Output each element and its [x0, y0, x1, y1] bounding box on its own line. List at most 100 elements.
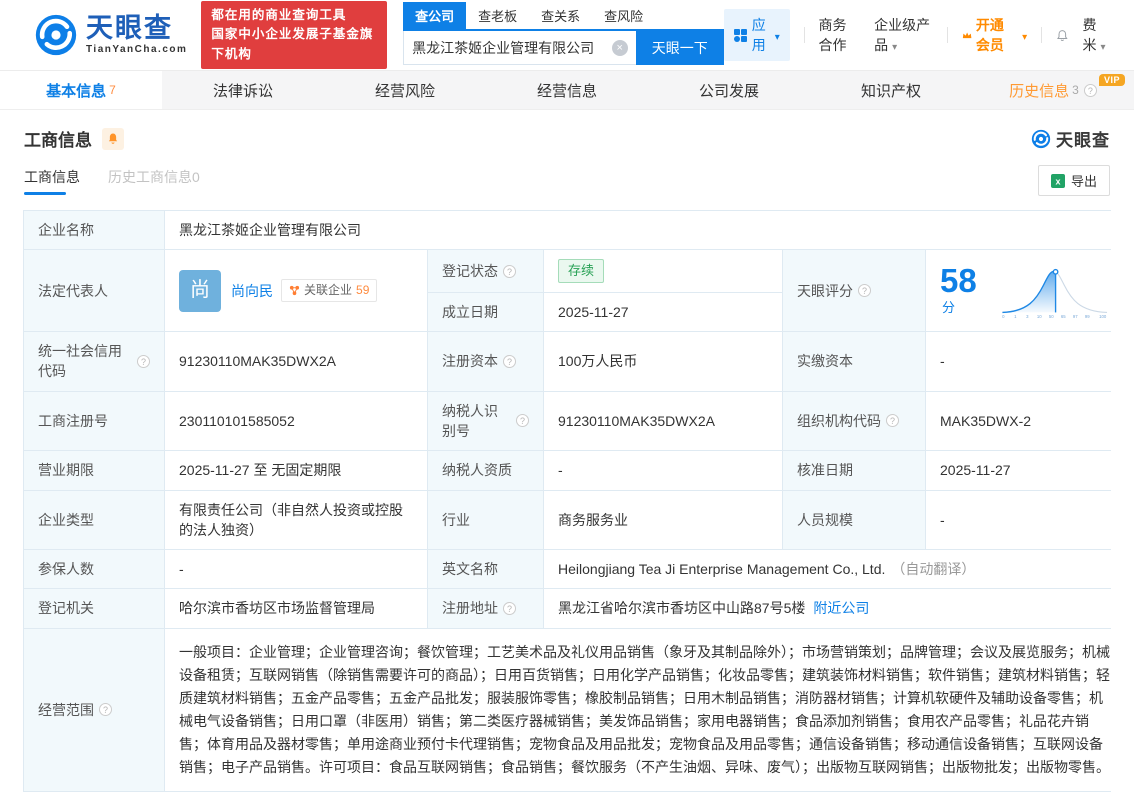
- nearby-companies-link[interactable]: 附近公司: [813, 598, 869, 618]
- tab-label: 经营信息: [536, 82, 597, 100]
- search-input[interactable]: [412, 39, 612, 56]
- search-tab-company[interactable]: 查公司: [403, 2, 467, 29]
- tab-label: 基本信息: [46, 82, 107, 100]
- tianyancha-watermark: 天眼查: [1031, 126, 1110, 151]
- field-label-registered-capital: 注册资本: [428, 332, 543, 391]
- business-scope-text: 一般项目：企业管理；企业管理咨询；餐饮管理；工艺美术品及礼仪用品销售（象牙及其制…: [179, 643, 1110, 775]
- help-icon[interactable]: [516, 414, 529, 428]
- help-icon[interactable]: [137, 354, 150, 368]
- search-button[interactable]: 天眼一下: [635, 31, 724, 65]
- tab-legal[interactable]: 法律诉讼: [162, 71, 324, 109]
- field-value-credit-code: 91230110MAK35DWX2A: [165, 332, 427, 391]
- crown-icon: [962, 32, 972, 39]
- search-tab-risk[interactable]: 查风险: [592, 2, 655, 29]
- tab-operating-risk[interactable]: 经营风险: [324, 71, 486, 109]
- tab-operating-info[interactable]: 经营信息: [486, 71, 648, 109]
- field-value-org-code: MAK35DWX-2: [926, 391, 1125, 451]
- search-tabs: 查公司 查老板 查关系 查风险: [403, 2, 724, 31]
- apps-menu[interactable]: 应用: [723, 9, 790, 61]
- axis-tick: 0: [1002, 314, 1005, 319]
- excel-icon: x: [1050, 173, 1065, 188]
- notification-bell-icon[interactable]: [1056, 27, 1069, 44]
- monitor-bell-button[interactable]: [102, 127, 124, 150]
- related-companies-icon: [289, 286, 300, 296]
- field-label-credit-code: 统一社会信用代码: [24, 332, 164, 391]
- score-distribution-chart: 0 1 3 10 50 65 97 99 100: [1002, 268, 1108, 319]
- help-icon[interactable]: [503, 602, 516, 616]
- field-label-industry: 行业: [428, 490, 543, 550]
- label-text: 组织机构代码: [797, 412, 881, 429]
- label-text: 天眼评分: [797, 282, 853, 299]
- user-menu[interactable]: 费米: [1083, 15, 1111, 55]
- related-companies-badge[interactable]: 关联企业 59: [281, 279, 378, 303]
- label-text: 注册地址: [442, 600, 498, 617]
- axis-tick: 100: [1099, 314, 1107, 319]
- legal-rep-name-link[interactable]: 尚向民: [231, 281, 273, 301]
- tianyancha-logo[interactable]: 天眼查 TianYanCha.com: [34, 13, 187, 57]
- label-text: 登记状态: [442, 262, 498, 279]
- field-value-registered-address: 黑龙江省哈尔滨市香坊区中山路87号5楼 附近公司: [544, 589, 1125, 628]
- field-label-business-scope: 经营范围: [24, 628, 164, 791]
- axis-tick: 1: [1014, 314, 1017, 319]
- field-label-registration-number: 工商注册号: [24, 391, 164, 451]
- field-value-taxpayer-id: 91230110MAK35DWX2A: [544, 391, 782, 451]
- field-value-industry: 商务服务业: [544, 490, 782, 550]
- axis-tick: 10: [1037, 314, 1042, 319]
- field-value-reg-status: 存续: [544, 250, 782, 292]
- banner-line1: 都在用的商业查询工具: [211, 7, 347, 22]
- section-title: 工商信息: [24, 131, 92, 150]
- field-value-business-term: 2025-11-27 至 无固定期限: [165, 451, 427, 490]
- logo-title: 天眼查: [86, 13, 173, 43]
- axis-tick: 3: [1026, 314, 1029, 319]
- divider: [1041, 27, 1042, 43]
- axis-tick: 97: [1073, 314, 1078, 319]
- help-icon[interactable]: [503, 264, 516, 278]
- svg-text:x: x: [1055, 176, 1060, 186]
- search-tab-boss[interactable]: 查老板: [466, 2, 529, 29]
- apps-grid-icon: [733, 28, 747, 42]
- help-icon[interactable]: [1083, 83, 1097, 97]
- nav-cooperation[interactable]: 商务合作: [819, 15, 861, 55]
- score-value: 58: [940, 261, 977, 299]
- legal-rep-avatar[interactable]: 尚: [179, 269, 221, 312]
- vip-label: 开通会员: [975, 17, 1004, 53]
- tab-label: 法律诉讼: [212, 82, 273, 100]
- field-label-insured-staff: 参保人数: [24, 550, 164, 589]
- help-icon[interactable]: [99, 703, 112, 717]
- field-label-company-name: 企业名称: [24, 211, 164, 250]
- watermark-text: 天眼查: [1056, 131, 1110, 150]
- search-tab-relation[interactable]: 查关系: [529, 2, 592, 29]
- export-button[interactable]: x 导出: [1037, 165, 1110, 196]
- search-block: 查公司 查老板 查关系 查风险 天眼一下: [403, 2, 724, 65]
- tab-intellectual-property[interactable]: 知识产权: [810, 71, 972, 109]
- field-value-staff-size: -: [926, 490, 1125, 550]
- help-icon[interactable]: [858, 284, 871, 298]
- tab-company-development[interactable]: 公司发展: [648, 71, 810, 109]
- field-value-registered-capital: 100万人民币: [544, 332, 782, 391]
- field-value-company-type: 有限责任公司（非自然人投资或控股的法人独资）: [165, 490, 427, 550]
- tab-label: 知识产权: [860, 82, 921, 100]
- field-label-company-type: 企业类型: [24, 490, 164, 550]
- banner-line2: 国家中小企业发展子基金旗下机构: [211, 27, 374, 61]
- field-label-org-code: 组织机构代码: [783, 391, 925, 451]
- tab-basic-info[interactable]: 基本信息 7: [0, 71, 162, 109]
- clear-search-icon[interactable]: [611, 39, 628, 56]
- divider: [946, 27, 948, 43]
- help-icon[interactable]: [886, 414, 899, 428]
- field-label-establish-date: 成立日期: [428, 292, 543, 332]
- field-value-english-name: Heilongjiang Tea Ji Enterprise Managemen…: [544, 550, 1125, 589]
- score-unit: 分: [942, 299, 956, 315]
- field-label-registration-authority: 登记机关: [24, 589, 164, 628]
- nav-enterprise[interactable]: 企业级产品: [874, 15, 933, 55]
- logo-text-block: 天眼查 TianYanCha.com: [86, 15, 187, 55]
- field-label-reg-status: 登记状态: [428, 250, 543, 292]
- subtab-business-info[interactable]: 工商信息: [24, 167, 80, 195]
- subtab-history-business-info[interactable]: 历史工商信息0: [108, 167, 200, 195]
- tab-history-info[interactable]: VIP 历史信息 3: [972, 71, 1134, 109]
- tab-label: 公司发展: [698, 82, 759, 100]
- help-icon[interactable]: [503, 354, 516, 368]
- label-text: 统一社会信用代码: [38, 343, 122, 380]
- open-vip-button[interactable]: 开通会员: [962, 15, 1027, 55]
- chevron-down-icon: [771, 27, 780, 43]
- label-text: 纳税人识别号: [442, 402, 498, 439]
